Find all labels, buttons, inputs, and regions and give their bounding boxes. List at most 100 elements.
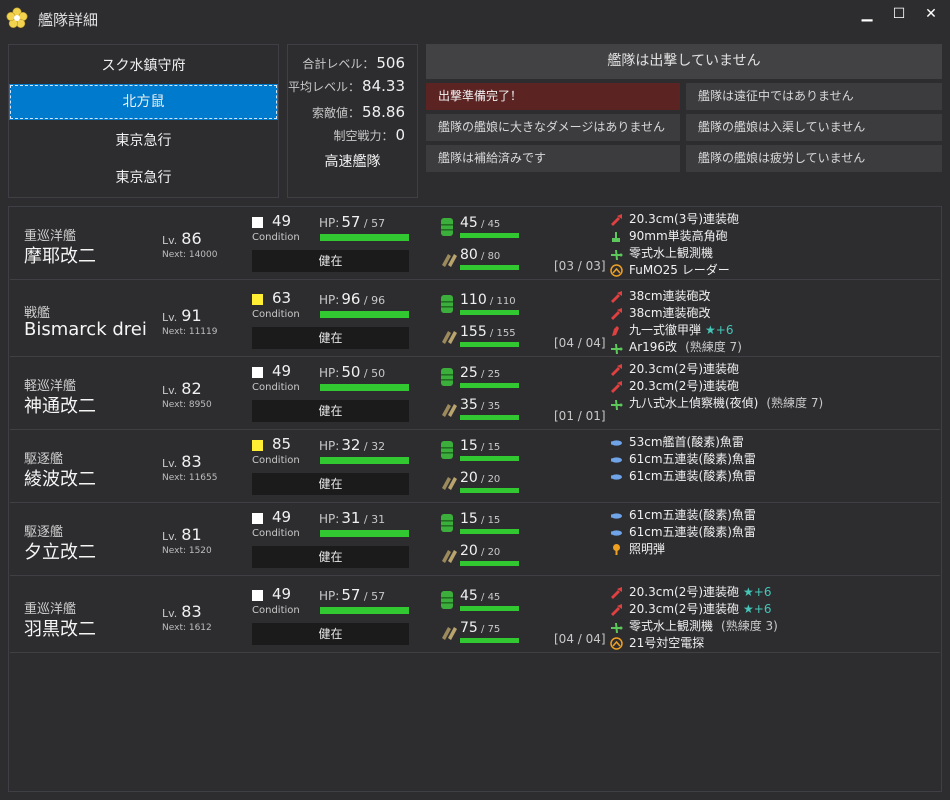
air-power-value: 0 xyxy=(395,126,405,144)
ammo-current: 80 xyxy=(460,247,478,263)
equipment-name: 20.3cm(2号)連装砲 xyxy=(629,585,740,599)
average-level-value: 84.33 xyxy=(362,77,405,95)
next-exp: Next: 11655 xyxy=(162,473,218,483)
ammo-max: 20 xyxy=(487,547,501,558)
equipment-name: 照明弾 xyxy=(629,542,666,556)
total-level-label: 合計レベル： xyxy=(302,57,375,71)
health-status: 健在 xyxy=(252,250,409,272)
ammo-current: 75 xyxy=(460,620,478,636)
level-label: Lv. xyxy=(162,311,178,324)
ship-name: 羽黒改二 xyxy=(24,619,96,640)
ammo-bar xyxy=(460,638,519,643)
ship-level: Lv. 82 xyxy=(162,379,202,398)
maximize-button[interactable]: ☐ xyxy=(884,5,914,25)
hp-display: HP: 31 / 31 xyxy=(319,509,386,527)
ship-row[interactable]: 駆逐艦 夕立改二 Lv. 81 Next: 1520 49 Condition 健在 HP: 31… xyxy=(10,503,940,576)
ammo-bar xyxy=(460,415,519,420)
fuel-bar xyxy=(460,383,519,388)
ammo-icon xyxy=(442,550,457,563)
hp-current: 96 xyxy=(341,290,361,308)
ammo-bar-fill xyxy=(460,638,519,643)
ammo-max: 75 xyxy=(487,624,501,635)
ammo-current: 20 xyxy=(460,470,478,486)
ammo-current: 20 xyxy=(460,543,478,559)
hp-current: 32 xyxy=(341,436,361,454)
ship-level: Lv. 83 xyxy=(162,452,202,471)
equipment-label: 53cm艦首(酸素)魚雷 xyxy=(629,434,744,451)
ammo-bar-fill xyxy=(460,561,519,566)
next-exp: Next: 11119 xyxy=(162,327,218,337)
equipment-label: 零式水上観測機 (熟練度 3) xyxy=(629,618,778,635)
sortie-status: 艦隊は出撃していません xyxy=(426,44,942,79)
hp-bar-fill xyxy=(320,384,409,391)
fleet-item-4[interactable]: 東京急行 xyxy=(9,160,278,196)
ammo-max: 155 xyxy=(496,328,516,339)
main-gun-red-icon xyxy=(611,214,622,226)
level-label: Lv. xyxy=(162,607,178,620)
hp-bar xyxy=(320,234,409,241)
next-exp: Next: 14000 xyxy=(162,250,218,260)
condition-label: Condition xyxy=(252,232,300,243)
hp-max: 57 xyxy=(371,217,386,230)
aircraft-slots: [04 / 04] xyxy=(554,336,606,350)
hp-bar xyxy=(320,530,409,537)
condition-value: 49 xyxy=(272,362,292,380)
equipment-label: 九一式徹甲弾 ★+6 xyxy=(629,322,733,339)
fuel-current: 25 xyxy=(460,365,478,381)
ammo-bar xyxy=(460,342,519,347)
ammo-bar xyxy=(460,265,519,270)
fuel-bar xyxy=(460,529,519,534)
equipment-name: 21号対空電探 xyxy=(629,636,705,650)
hp-bar-fill xyxy=(320,607,409,614)
seaplane-green-icon xyxy=(611,250,623,260)
equipment-label: 21号対空電探 xyxy=(629,635,704,652)
level-label: Lv. xyxy=(162,234,178,247)
main-gun-red-icon xyxy=(611,308,622,320)
ship-row[interactable]: 重巡洋艦 摩耶改二 Lv. 86 Next: 14000 49 Condition 健在 HP:… xyxy=(10,207,940,280)
minimize-button[interactable]: ▁ xyxy=(852,5,882,25)
hp-max: 32 xyxy=(371,440,386,453)
main-gun-red-icon xyxy=(611,587,622,599)
ammo-bar-fill xyxy=(460,415,519,420)
hp-bar-fill xyxy=(320,234,409,241)
fuel-icon xyxy=(441,591,453,609)
total-level-value: 506 xyxy=(376,54,405,72)
equipment-name: 53cm艦首(酸素)魚雷 xyxy=(629,435,744,449)
fuel-bar-fill xyxy=(460,233,519,238)
ammo-max: 20 xyxy=(487,474,501,485)
fuel-value: 15 / 15 xyxy=(460,511,501,527)
ship-row[interactable]: 駆逐艦 綾波改二 Lv. 83 Next: 11655 85 Condition 健在 HP: 3… xyxy=(10,430,940,503)
ship-row[interactable]: 軽巡洋艦 神通改二 Lv. 82 Next: 8950 49 Condition 健在 HP: 5… xyxy=(10,357,940,430)
main-gun-red-icon xyxy=(611,364,622,376)
hp-bar xyxy=(320,457,409,464)
fleet-stats-panel: 合計レベル： 506 平均レベル： 84.33 索敵値： 58.86 制空戦力： 0 高… xyxy=(287,44,418,198)
equipment-label: 照明弾 xyxy=(629,541,665,558)
close-button[interactable]: ✕ xyxy=(916,5,946,25)
equipment-label: 20.3cm(2号)連装砲 ★+6 xyxy=(629,584,771,601)
radar-icon xyxy=(610,264,623,277)
fleet-item-1[interactable]: スク水鎮守府 xyxy=(9,48,278,84)
equipment-label: 61cm五連装(酸素)魚雷 xyxy=(629,507,756,524)
title-bar[interactable]: 艦隊詳細 ▁ ☐ ✕ xyxy=(0,0,950,36)
condition-value: 49 xyxy=(272,212,292,230)
equipment-label: 38cm連装砲改 xyxy=(629,288,711,305)
fuel-icon xyxy=(441,218,453,236)
main-gun-red-icon xyxy=(611,381,622,393)
equipment-name: 90mm単装高角砲 xyxy=(629,229,728,243)
hp-label: HP: xyxy=(319,439,340,453)
health-status: 健在 xyxy=(252,546,409,568)
ship-row[interactable]: 戦艦 Bismarck drei Lv. 91 Next: 11119 63 Conditi… xyxy=(10,284,940,357)
aircraft-slots: [01 / 01] xyxy=(554,409,606,423)
health-status: 健在 xyxy=(252,623,409,645)
ship-row[interactable]: 重巡洋艦 羽黒改二 Lv. 83 Next: 1612 49 Condition 健在 HP: 5… xyxy=(10,580,940,653)
ammo-value: 75 / 75 xyxy=(460,620,501,636)
equipment-name: 20.3cm(2号)連装砲 xyxy=(629,379,740,393)
fleet-item-3[interactable]: 東京急行 xyxy=(9,123,278,159)
hp-bar xyxy=(320,607,409,614)
hp-current: 57 xyxy=(341,586,361,604)
fleet-item-2-selected[interactable]: 北方鼠 xyxy=(9,84,278,120)
health-status: 健在 xyxy=(252,473,409,495)
hp-bar-fill xyxy=(320,457,409,464)
fuel-bar xyxy=(460,310,519,315)
ship-name: 夕立改二 xyxy=(24,542,96,563)
